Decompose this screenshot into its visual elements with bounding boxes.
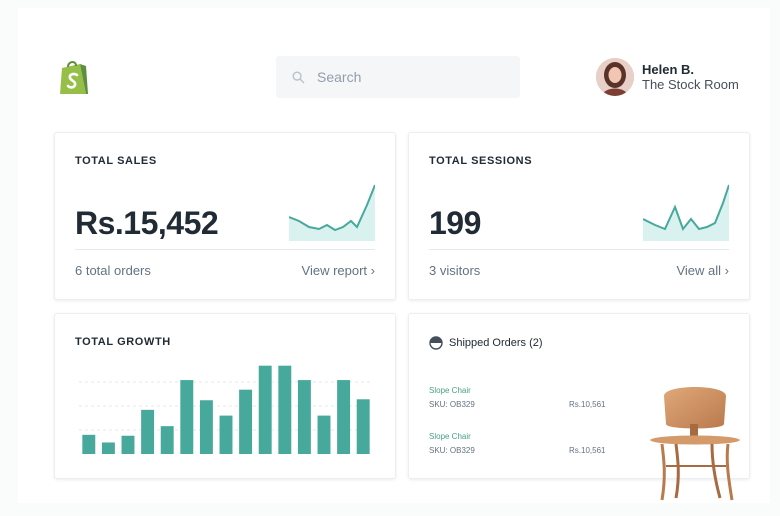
store-name: The Stock Room <box>642 77 739 92</box>
total-orders-text: 6 total orders <box>75 263 151 278</box>
chair-product-image <box>650 387 740 501</box>
chart-bar <box>278 365 292 454</box>
shipped-orders-title: Shipped Orders (2) <box>449 337 543 349</box>
search-input[interactable] <box>317 69 487 85</box>
chart-bar <box>219 415 233 454</box>
shopify-logo-icon[interactable] <box>58 58 90 96</box>
total-sessions-card: TOTAL SESSIONS 199 3 visitors View all › <box>408 132 750 300</box>
order-item-name[interactable]: Slope Chair <box>429 432 471 441</box>
visitors-text: 3 visitors <box>429 263 481 278</box>
view-all-link[interactable]: View all › <box>676 263 729 278</box>
app-frame: Helen B. The Stock Room TOTAL SALES Rs.1… <box>0 0 780 516</box>
order-item-price: Rs.10,561 <box>569 400 606 409</box>
chart-bar <box>141 409 155 454</box>
chart-bar <box>356 399 370 454</box>
search-bar[interactable] <box>276 56 520 98</box>
sessions-value: 199 <box>429 205 481 241</box>
chart-bar <box>180 380 194 454</box>
card-title: TOTAL SESSIONS <box>429 155 533 167</box>
avatar[interactable] <box>596 58 634 96</box>
user-menu[interactable]: Helen B. The Stock Room <box>596 58 739 96</box>
shipped-orders-header: Shipped Orders (2) <box>429 336 543 350</box>
sales-sparkline <box>289 184 375 241</box>
order-item-name[interactable]: Slope Chair <box>429 386 471 395</box>
chart-bar <box>297 380 311 454</box>
total-sales-card: TOTAL SALES Rs.15,452 6 total orders Vie… <box>54 132 396 300</box>
chart-bar <box>121 435 135 454</box>
chart-bar <box>317 415 331 454</box>
growth-bar-chart <box>79 365 373 454</box>
chart-bar <box>337 380 351 454</box>
chart-bar <box>199 400 213 454</box>
total-growth-card: TOTAL GROWTH <box>54 313 396 479</box>
card-title: TOTAL SALES <box>75 155 157 167</box>
user-name: Helen B. <box>642 62 695 77</box>
chart-bar <box>239 389 253 454</box>
order-item-sku: SKU: OB329 <box>429 400 475 409</box>
order-item-sku: SKU: OB329 <box>429 446 475 455</box>
divider <box>75 249 375 250</box>
chart-bar <box>82 434 96 454</box>
chart-bar <box>160 426 174 454</box>
order-item-price: Rs.10,561 <box>569 446 606 455</box>
sales-value: Rs.15,452 <box>75 205 219 241</box>
divider <box>429 249 729 250</box>
half-circle-status-icon <box>429 336 443 350</box>
chart-bar <box>101 442 115 454</box>
view-report-link[interactable]: View report › <box>302 263 375 278</box>
search-icon <box>292 71 305 83</box>
sessions-sparkline <box>643 184 729 241</box>
chart-bar <box>258 365 272 454</box>
